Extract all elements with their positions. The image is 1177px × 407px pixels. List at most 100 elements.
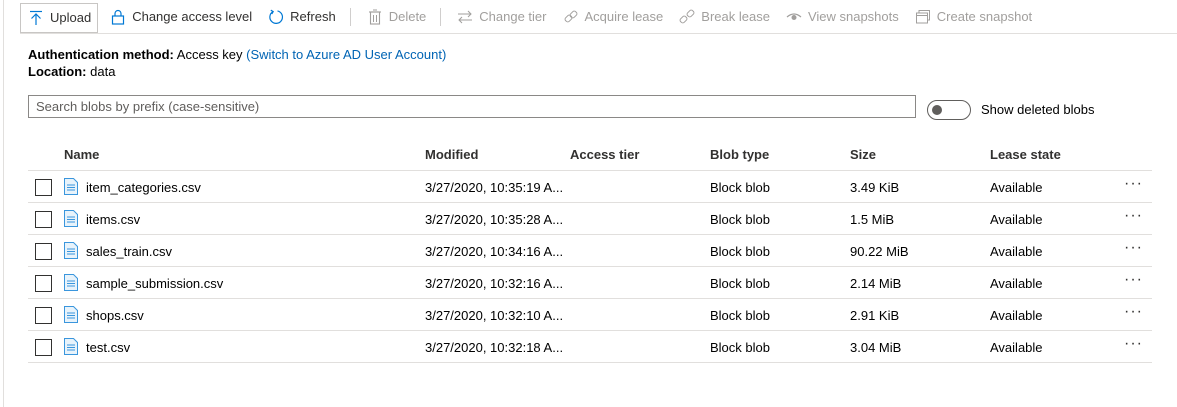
table-row[interactable]: sales_train.csv 3/27/2020, 10:34:16 A...… — [28, 235, 1152, 267]
switch-auth-link[interactable]: (Switch to Azure AD User Account) — [246, 47, 446, 62]
table-body: item_categories.csv 3/27/2020, 10:35:19 … — [28, 171, 1152, 363]
row-checkbox[interactable] — [35, 275, 52, 292]
snapshot-icon — [915, 9, 931, 25]
blob-modified: 3/27/2020, 10:34:16 A... — [425, 244, 564, 259]
auth-label: Authentication method: — [28, 47, 174, 62]
search-input[interactable] — [28, 95, 916, 118]
view-snapshots-button[interactable]: View snapshots — [778, 0, 907, 34]
location-label: Location: — [28, 64, 87, 79]
blob-modified: 3/27/2020, 10:35:19 A... — [425, 180, 564, 195]
blob-lease-state: Available — [990, 244, 1043, 259]
location-value: data — [90, 64, 116, 79]
blob-name[interactable]: item_categories.csv — [86, 180, 201, 195]
blob-name[interactable]: sample_submission.csv — [86, 276, 223, 291]
file-icon — [64, 210, 78, 227]
column-header-name[interactable]: Name — [64, 147, 99, 162]
trash-icon — [367, 9, 383, 25]
row-checkbox[interactable] — [35, 307, 52, 324]
file-icon — [64, 242, 78, 259]
broken-link-icon — [679, 9, 695, 25]
delete-button[interactable]: Delete — [359, 0, 435, 34]
toolbar-separator — [349, 7, 351, 26]
blob-name[interactable]: items.csv — [86, 212, 140, 227]
delete-label: Delete — [388, 9, 427, 24]
link-icon — [563, 9, 579, 25]
location: Location: data — [28, 64, 115, 79]
more-options-icon[interactable]: ··· — [1124, 303, 1143, 321]
show-deleted-label: Show deleted blobs — [981, 102, 1095, 117]
auth-value: Access key — [176, 47, 243, 62]
show-deleted-toggle[interactable] — [927, 100, 971, 120]
blob-name[interactable]: shops.csv — [86, 308, 144, 323]
blob-name[interactable]: test.csv — [86, 340, 130, 355]
column-header-lease-state[interactable]: Lease state — [990, 147, 1061, 162]
change-tier-label: Change tier — [479, 9, 547, 24]
row-checkbox[interactable] — [35, 243, 52, 260]
row-checkbox[interactable] — [35, 339, 52, 356]
break-lease-label: Break lease — [701, 9, 770, 24]
change-tier-button[interactable]: Change tier — [449, 0, 554, 34]
blob-lease-state: Available — [990, 308, 1043, 323]
blob-modified: 3/27/2020, 10:32:16 A... — [425, 276, 564, 291]
blob-lease-state: Available — [990, 276, 1043, 291]
blob-type: Block blob — [710, 180, 770, 195]
break-lease-button[interactable]: Break lease — [671, 0, 778, 34]
upload-button[interactable]: Upload — [20, 2, 99, 33]
more-options-icon[interactable]: ··· — [1124, 271, 1143, 289]
blob-modified: 3/27/2020, 10:32:18 A... — [425, 340, 564, 355]
file-icon — [64, 306, 78, 323]
file-icon — [64, 178, 78, 195]
left-border — [3, 0, 4, 407]
upload-label: Upload — [50, 10, 92, 25]
create-snapshot-button[interactable]: Create snapshot — [907, 0, 1040, 34]
table-row[interactable]: shops.csv 3/27/2020, 10:32:10 A... Block… — [28, 299, 1152, 331]
create-snapshot-label: Create snapshot — [936, 9, 1033, 24]
blob-modified: 3/27/2020, 10:35:28 A... — [425, 212, 564, 227]
blob-size: 2.91 KiB — [850, 308, 900, 323]
blob-type: Block blob — [710, 212, 770, 227]
swap-arrows-icon — [457, 9, 473, 25]
blob-lease-state: Available — [990, 212, 1043, 227]
column-header-access-tier[interactable]: Access tier — [570, 147, 639, 162]
row-checkbox[interactable] — [35, 211, 52, 228]
upload-icon — [28, 10, 44, 26]
acquire-lease-button[interactable]: Acquire lease — [555, 0, 672, 34]
blob-type: Block blob — [710, 308, 770, 323]
blob-modified: 3/27/2020, 10:32:10 A... — [425, 308, 564, 323]
column-header-modified[interactable]: Modified — [425, 147, 478, 162]
column-header-blob-type[interactable]: Blob type — [710, 147, 769, 162]
table-row[interactable]: test.csv 3/27/2020, 10:32:18 A... Block … — [28, 331, 1152, 363]
authentication-method: Authentication method: Access key (Switc… — [28, 47, 446, 62]
blob-type: Block blob — [710, 276, 770, 291]
lock-icon — [110, 9, 126, 25]
blob-size: 3.49 KiB — [850, 180, 900, 195]
table-row[interactable]: sample_submission.csv 3/27/2020, 10:32:1… — [28, 267, 1152, 299]
toggle-knob — [932, 105, 942, 115]
blob-size: 90.22 MiB — [850, 244, 909, 259]
refresh-icon — [268, 9, 284, 25]
row-checkbox[interactable] — [35, 179, 52, 196]
more-options-icon[interactable]: ··· — [1124, 239, 1143, 257]
blob-lease-state: Available — [990, 180, 1043, 195]
more-options-icon[interactable]: ··· — [1124, 207, 1143, 225]
more-options-icon[interactable]: ··· — [1124, 175, 1143, 193]
column-header-size[interactable]: Size — [850, 147, 876, 162]
change-access-level-label: Change access level — [132, 9, 253, 24]
toolbar-separator — [440, 7, 442, 26]
refresh-label: Refresh — [290, 9, 336, 24]
eye-icon — [786, 9, 802, 25]
more-options-icon[interactable]: ··· — [1124, 335, 1143, 353]
file-icon — [64, 338, 78, 355]
blob-lease-state: Available — [990, 340, 1043, 355]
acquire-lease-label: Acquire lease — [584, 9, 664, 24]
blob-size: 1.5 MiB — [850, 212, 895, 227]
blob-name[interactable]: sales_train.csv — [86, 244, 172, 259]
file-icon — [64, 274, 78, 291]
blob-type: Block blob — [710, 340, 770, 355]
blob-type: Block blob — [710, 244, 770, 259]
change-access-level-button[interactable]: Change access level — [102, 0, 260, 34]
blob-table: Name Modified Access tier Blob type Size… — [28, 139, 1152, 363]
refresh-button[interactable]: Refresh — [260, 0, 344, 34]
table-row[interactable]: item_categories.csv 3/27/2020, 10:35:19 … — [28, 171, 1152, 203]
table-row[interactable]: items.csv 3/27/2020, 10:35:28 A... Block… — [28, 203, 1152, 235]
